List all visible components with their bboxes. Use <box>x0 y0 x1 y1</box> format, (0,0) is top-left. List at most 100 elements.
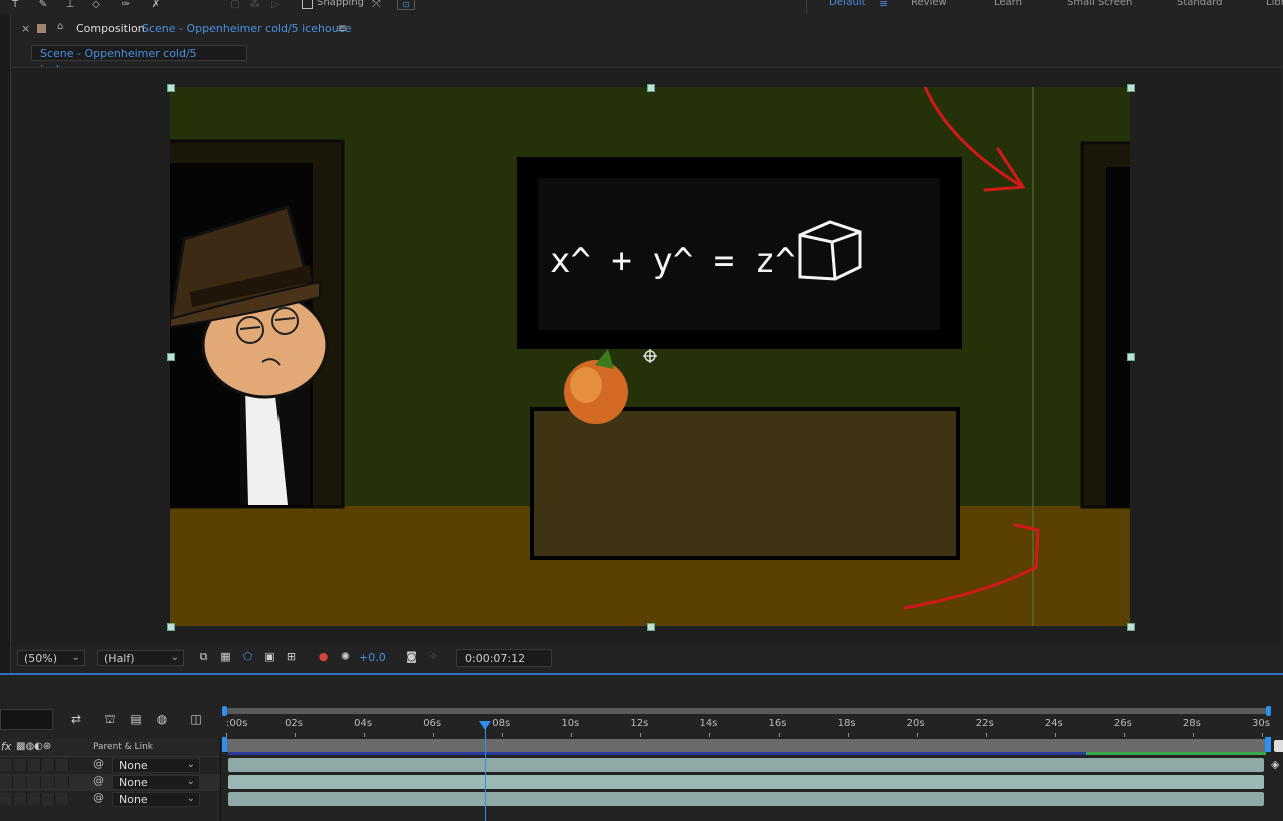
time-ruler-label: 16s <box>768 718 787 729</box>
chevron-down-icon: ⌄ <box>186 759 195 770</box>
exposure-value[interactable]: +0.0 <box>359 651 386 664</box>
clone-stamp-tool-icon[interactable]: ⊥ <box>63 0 77 10</box>
playhead-handle[interactable] <box>479 721 491 730</box>
mask-visibility-icon[interactable]: ⬠ <box>241 651 254 663</box>
time-ruler-label: 28s <box>1182 718 1201 729</box>
workspace-default[interactable]: Default <box>829 0 866 8</box>
transform-handle-left[interactable] <box>167 353 175 361</box>
magnification-dropdown[interactable]: (50%) ⌄ <box>17 650 85 666</box>
text-tool-icon[interactable]: T <box>8 0 22 10</box>
snap-option-icon[interactable]: ⁂ <box>248 0 262 10</box>
shy-layers-icon[interactable]: ⛫ <box>102 712 118 728</box>
layer-switch[interactable] <box>28 793 41 805</box>
composition-canvas[interactable]: x^ + y^ = z^ <box>170 87 1130 626</box>
duration-start-marker[interactable] <box>222 737 227 752</box>
graph-editor-icon[interactable]: ◫ <box>188 712 204 726</box>
toolbar-divider <box>806 0 807 13</box>
transform-handle-top-left[interactable] <box>167 84 175 92</box>
layer-row[interactable]: @ None ⌄ <box>0 774 220 791</box>
layer-row[interactable]: @ None ⌄ <box>0 791 220 808</box>
close-panel-icon[interactable]: × <box>21 22 30 35</box>
time-ruler-tick <box>1123 733 1125 737</box>
layer-switch[interactable] <box>28 776 41 788</box>
layer-switch[interactable] <box>42 759 55 771</box>
parent-dropdown[interactable]: None ⌄ <box>112 758 200 773</box>
snap-arrows-icon[interactable]: ⤧ <box>372 0 381 11</box>
camera-snapshot-icon[interactable]: ◙ <box>405 651 418 663</box>
layer-switch[interactable] <box>0 793 13 805</box>
keyframe-nav-icon[interactable]: ◈ <box>1271 758 1279 771</box>
workspace-learn[interactable]: Learn <box>994 0 1022 8</box>
layer-switch[interactable] <box>28 759 41 771</box>
work-area-bar[interactable] <box>224 708 1270 714</box>
grid-guides-icon[interactable]: ⊞ <box>285 651 298 663</box>
workspace-review[interactable]: Review <box>911 0 947 8</box>
frame-blending-icon[interactable]: ▤ <box>128 712 144 726</box>
time-ruler-tick <box>1262 733 1263 737</box>
resolution-value: (Half) <box>104 652 135 665</box>
pick-whip-icon[interactable]: @ <box>93 791 104 804</box>
puppet-pin-tool-icon[interactable]: ✗ <box>149 0 163 10</box>
pick-whip-icon[interactable]: @ <box>93 757 104 770</box>
resolution-dropdown[interactable]: (Half) ⌄ <box>97 650 184 666</box>
fast-previews-icon[interactable]: ⧉ <box>197 651 210 663</box>
duration-end-marker[interactable] <box>1265 737 1271 752</box>
workspace-standard[interactable]: Standard <box>1177 0 1223 8</box>
snapping-checkbox[interactable] <box>302 0 313 9</box>
layer-switch[interactable] <box>14 759 27 771</box>
comp-name-dropdown[interactable]: Scene - Oppenheimer cold/5 icehouce <box>142 22 352 35</box>
time-ruler-label: 04s <box>354 718 373 729</box>
transform-handle-top[interactable] <box>647 84 655 92</box>
current-time-display[interactable]: 0:00:07:12 <box>456 649 552 667</box>
workspace-menu-icon[interactable]: ≡ <box>879 0 888 10</box>
channel-icon[interactable]: ● <box>317 651 330 663</box>
reset-exposure-icon[interactable]: ✺ <box>339 651 352 663</box>
layer-switch[interactable] <box>42 776 55 788</box>
comp-breadcrumb[interactable]: Scene - Oppenheimer cold/5 icehouce <box>31 45 247 76</box>
timeline-end-tab[interactable] <box>1274 740 1283 752</box>
motion-path-icon[interactable]: ▷ <box>268 0 282 10</box>
playhead-line[interactable] <box>485 722 486 821</box>
work-area-end-handle[interactable] <box>1266 706 1271 716</box>
transform-handle-bottom-right[interactable] <box>1127 623 1135 631</box>
work-area-start-handle[interactable] <box>222 706 227 716</box>
layer-switch[interactable] <box>56 793 69 805</box>
layer-row[interactable]: @ None ⌄ <box>0 757 220 774</box>
time-ruler-tick <box>709 733 711 737</box>
show-snapshot-icon[interactable]: ✧ <box>427 651 440 663</box>
panel-menu-icon[interactable]: ≡ <box>337 21 347 35</box>
layer-switch[interactable] <box>56 776 69 788</box>
layer-switch[interactable] <box>42 793 55 805</box>
pick-whip-icon[interactable]: @ <box>93 774 104 787</box>
motion-blur-icon[interactable]: ◍ <box>154 712 170 726</box>
layer-duration-bar[interactable] <box>228 775 1264 789</box>
lock-icon[interactable]: ⌂ <box>57 21 63 32</box>
layer-switch[interactable] <box>56 759 69 771</box>
transform-handle-right[interactable] <box>1127 353 1135 361</box>
parent-dropdown[interactable]: None ⌄ <box>112 792 200 807</box>
magnification-value: (50%) <box>24 652 58 665</box>
transform-handle-top-right[interactable] <box>1127 84 1135 92</box>
composition-flowchart-icon[interactable]: ⇄ <box>68 712 84 726</box>
layer-duration-bar[interactable] <box>228 792 1264 806</box>
workspace-libraries[interactable]: Libr <box>1266 0 1283 8</box>
roto-brush-tool-icon[interactable]: ✑ <box>119 0 133 10</box>
snap-target-icon[interactable]: ⊡ <box>397 0 415 10</box>
timeline-search-input[interactable] <box>0 709 53 730</box>
layer-duration-bar[interactable] <box>228 758 1264 772</box>
region-of-interest-icon[interactable]: ▣ <box>263 651 276 663</box>
layer-switch[interactable] <box>14 793 27 805</box>
eraser-tool-icon[interactable]: ◇ <box>89 0 103 10</box>
panel-title: Composition <box>76 22 145 35</box>
time-ruler-label: 06s <box>423 718 442 729</box>
brush-tool-icon[interactable]: ✎ <box>36 0 50 10</box>
transparency-grid-icon[interactable]: ▦ <box>219 651 232 663</box>
align-tool-icon[interactable]: ▢ <box>228 0 242 10</box>
layer-switch[interactable] <box>0 759 13 771</box>
parent-dropdown[interactable]: None ⌄ <box>112 775 200 790</box>
transform-handle-bottom[interactable] <box>647 623 655 631</box>
layer-switch[interactable] <box>14 776 27 788</box>
layer-switch[interactable] <box>0 776 13 788</box>
transform-handle-bottom-left[interactable] <box>167 623 175 631</box>
workspace-small-screen[interactable]: Small Screen <box>1067 0 1132 8</box>
